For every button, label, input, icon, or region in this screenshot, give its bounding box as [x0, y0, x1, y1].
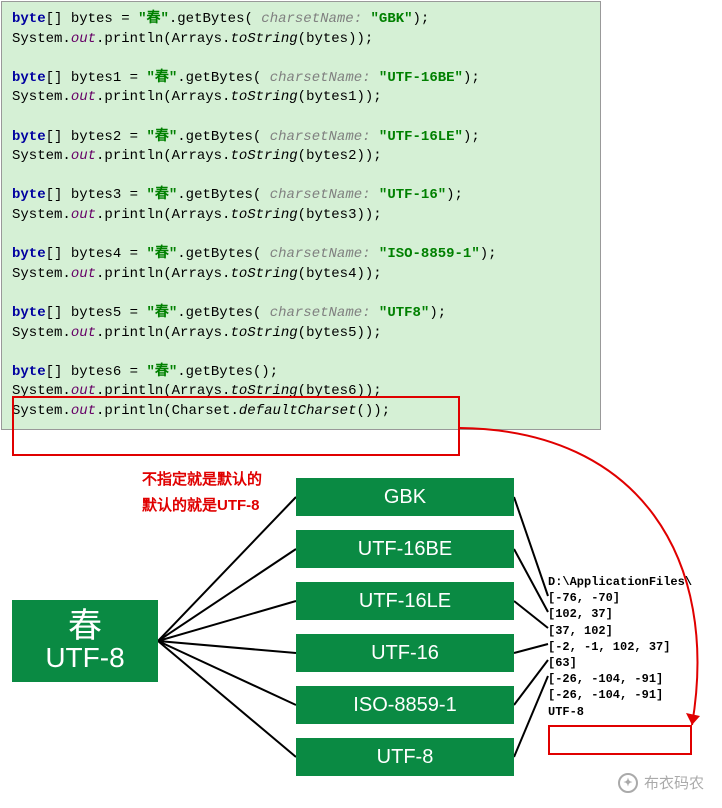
output-line: [-26, -104, -91] [548, 687, 692, 703]
highlight-default-charset-code [12, 396, 460, 456]
enc-node-utf8: UTF-8 [296, 738, 514, 776]
source-char: 春 [68, 609, 102, 643]
watermark: ✦ 布衣码农 [618, 772, 704, 793]
code-line: System.out.println(Arrays.toString(bytes… [12, 324, 590, 344]
code-line: byte[] bytes6 = "春".getBytes(); [12, 363, 590, 383]
enc-node-utf16le: UTF-16LE [296, 582, 514, 620]
code-block: byte[] bytes = "春".getBytes( charsetName… [1, 1, 601, 430]
code-line: System.out.println(Arrays.toString(bytes… [12, 265, 590, 285]
output-header: D:\ApplicationFiles\ [548, 574, 692, 590]
enc-node-utf16be: UTF-16BE [296, 530, 514, 568]
output-line: [63] [548, 655, 692, 671]
watermark-text: 布衣码农 [644, 772, 704, 793]
code-line: System.out.println(Arrays.toString(bytes… [12, 30, 590, 50]
enc-node-utf16: UTF-16 [296, 634, 514, 672]
highlight-default-charset-output [548, 725, 692, 755]
code-line: System.out.println(Arrays.toString(bytes… [12, 147, 590, 167]
output-line: [102, 37] [548, 606, 692, 622]
source-encoding: UTF-8 [45, 643, 124, 674]
keyword-byte: byte [12, 11, 46, 27]
code-line: byte[] bytes3 = "春".getBytes( charsetNam… [12, 186, 590, 206]
code-line: System.out.println(Arrays.toString(bytes… [12, 206, 590, 226]
enc-node-gbk: GBK [296, 478, 514, 516]
code-line: byte[] bytes1 = "春".getBytes( charsetNam… [12, 69, 590, 89]
output-line: [-2, -1, 102, 37] [548, 639, 692, 655]
output-line: [-76, -70] [548, 590, 692, 606]
code-line: System.out.println(Arrays.toString(bytes… [12, 88, 590, 108]
code-line: byte[] bytes = "春".getBytes( charsetName… [12, 10, 590, 30]
code-line: byte[] bytes2 = "春".getBytes( charsetNam… [12, 128, 590, 148]
enc-node-iso88591: ISO-8859-1 [296, 686, 514, 724]
code-line: byte[] bytes4 = "春".getBytes( charsetNam… [12, 245, 590, 265]
console-output: D:\ApplicationFiles\ [-76, -70] [102, 37… [548, 574, 692, 720]
output-line: UTF-8 [548, 704, 692, 720]
output-line: [37, 102] [548, 623, 692, 639]
source-node: 春 UTF-8 [12, 600, 158, 682]
output-line: [-26, -104, -91] [548, 671, 692, 687]
wechat-icon: ✦ [618, 773, 638, 793]
code-line: byte[] bytes5 = "春".getBytes( charsetNam… [12, 304, 590, 324]
